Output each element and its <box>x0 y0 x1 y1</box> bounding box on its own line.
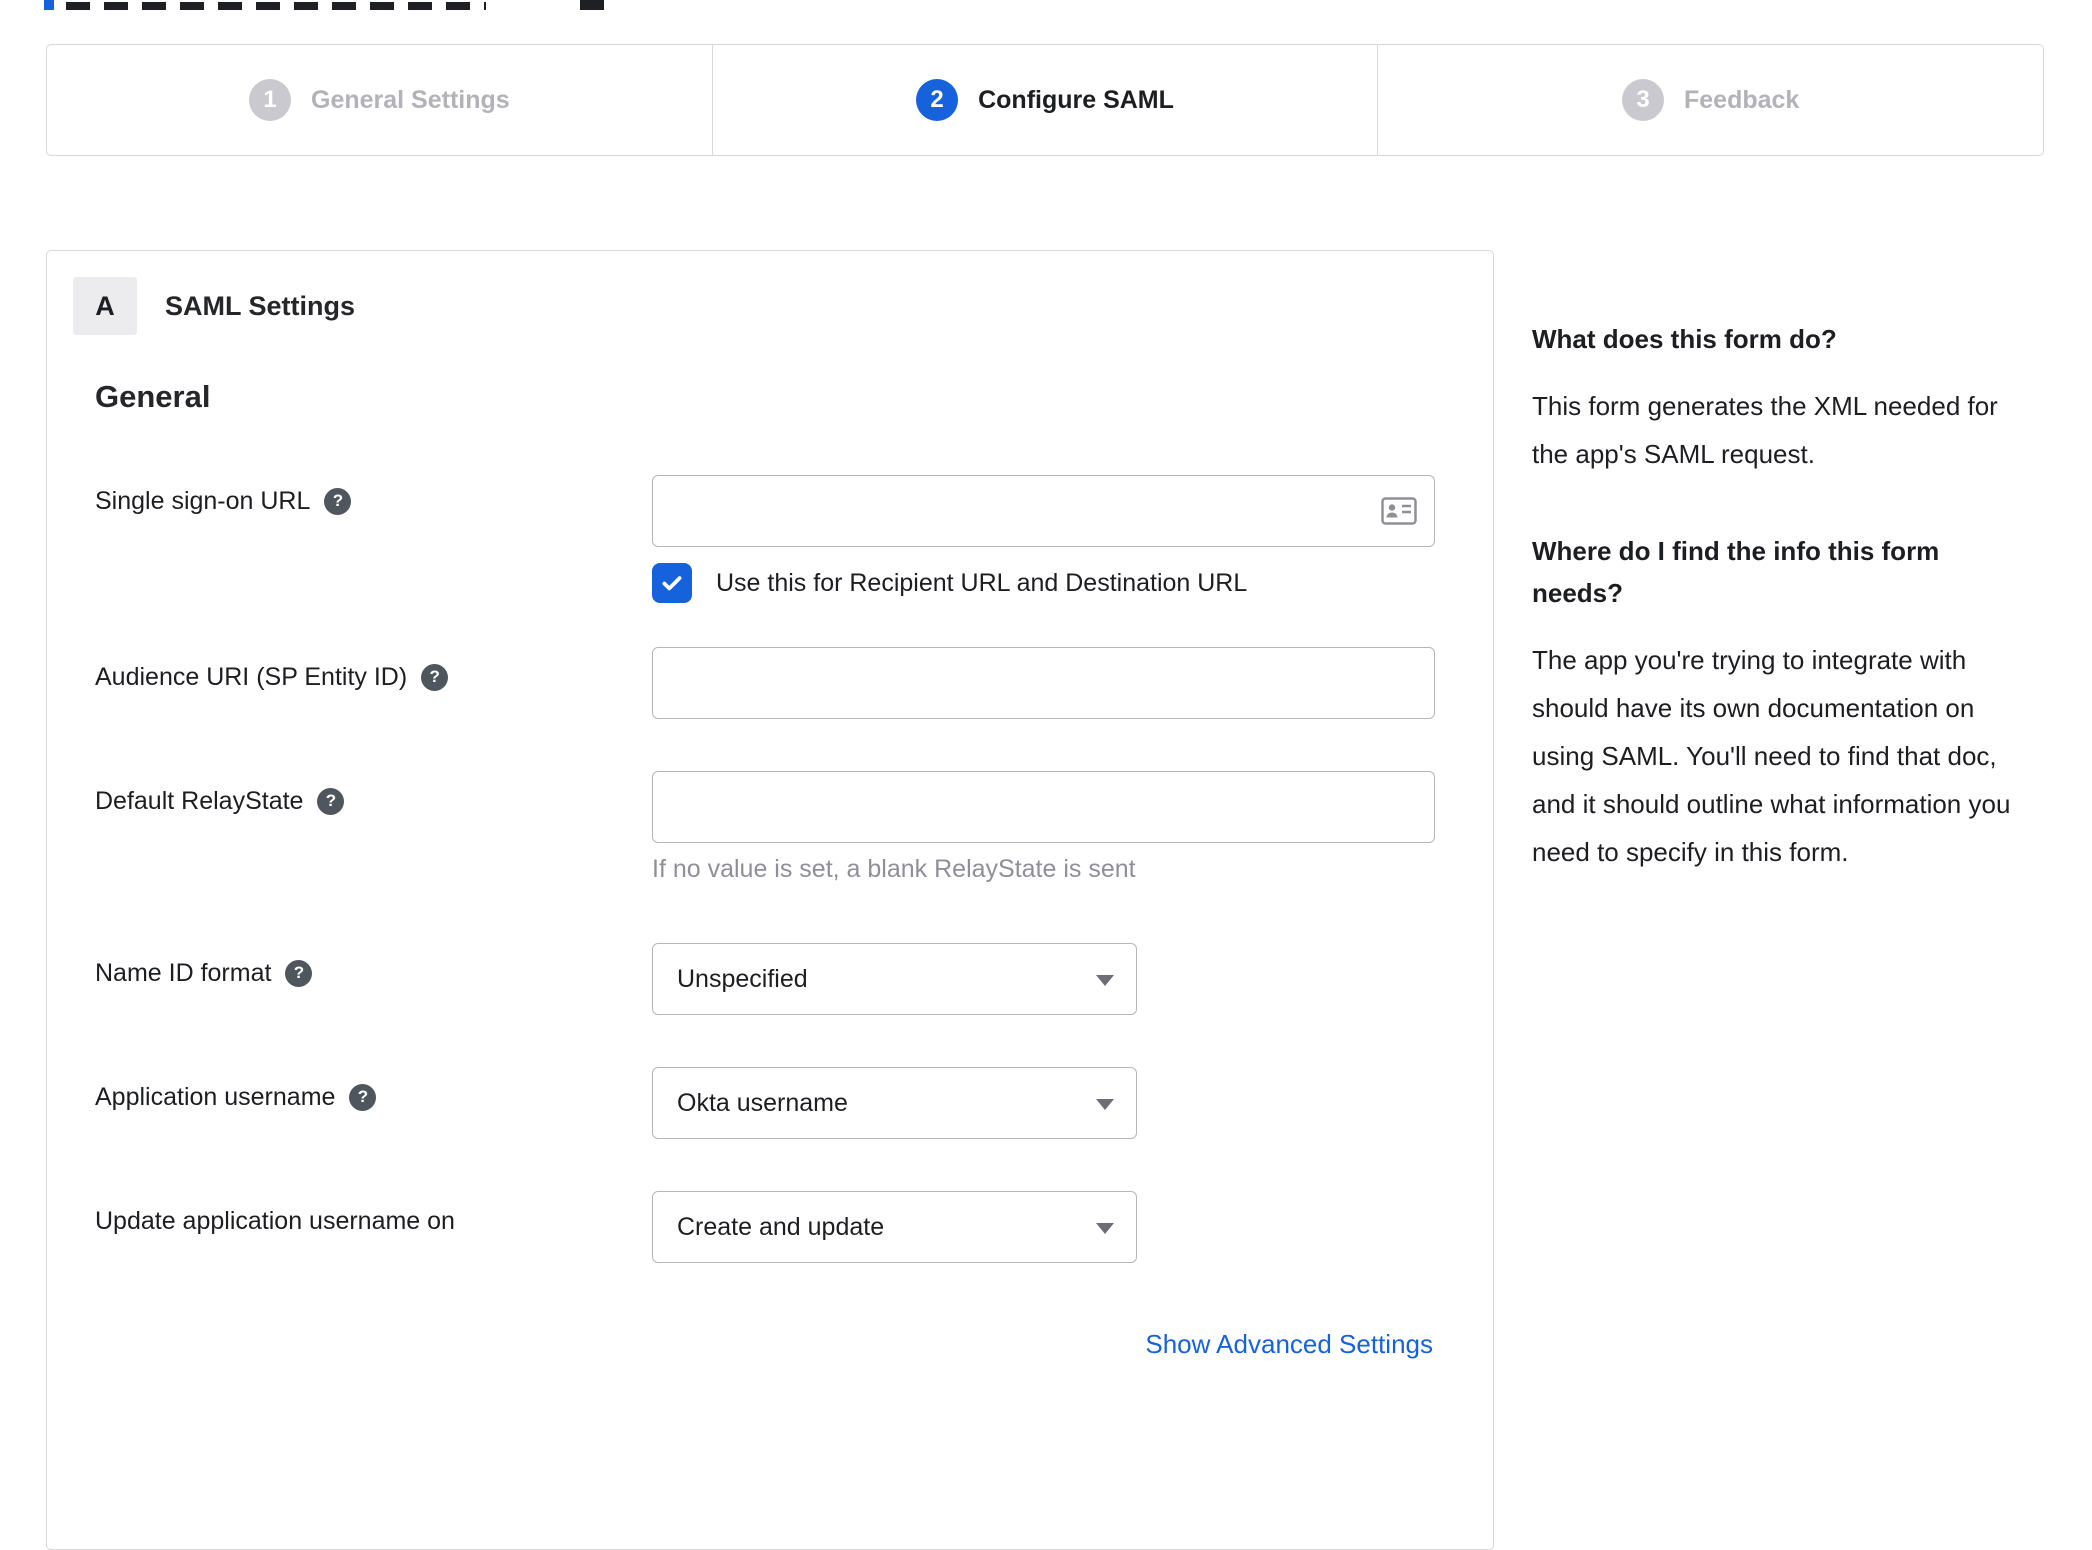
step-3-number-badge: 3 <box>1622 79 1664 121</box>
name-id-format-label: Name ID format <box>95 958 272 987</box>
panel-title: SAML Settings <box>165 291 356 321</box>
step-3-label: Feedback <box>1684 85 1800 114</box>
recipient-url-checkbox-row: Use this for Recipient URL and Destinati… <box>652 563 1247 603</box>
clipped-title-text-fragments <box>66 2 486 10</box>
audience-uri-label-row: Audience URI (SP Entity ID) <box>95 659 449 695</box>
relay-state-label-row: Default RelayState <box>95 783 345 819</box>
application-username-label-row: Application username <box>95 1079 377 1115</box>
application-username-value: Okta username <box>677 1088 848 1117</box>
sidebar-answer-1: This form generates the XML needed for t… <box>1532 391 1998 469</box>
saml-settings-panel: A SAML Settings General Single sign-on U… <box>46 250 1494 1550</box>
wizard-stepper: 1 General Settings 2 Configure SAML 3 Fe… <box>46 44 2044 156</box>
sso-url-label-row: Single sign-on URL <box>95 483 352 519</box>
clipped-header-icon <box>580 0 604 10</box>
recipient-url-checkbox[interactable] <box>652 563 692 603</box>
name-id-format-label-row: Name ID format <box>95 955 313 991</box>
dropdown-caret-icon <box>1096 1099 1114 1110</box>
help-icon[interactable] <box>317 787 345 815</box>
name-id-format-value: Unspecified <box>677 964 808 993</box>
step-general-settings[interactable]: 1 General Settings <box>47 45 713 155</box>
application-username-label: Application username <box>95 1082 336 1111</box>
relay-state-hint: If no value is set, a blank RelayState i… <box>652 855 1136 883</box>
help-sidebar: What does this form do? This form genera… <box>1532 318 2037 928</box>
step-2-label: Configure SAML <box>978 85 1174 114</box>
name-id-format-select[interactable]: Unspecified <box>652 943 1137 1015</box>
section-a-badge: A <box>73 277 137 335</box>
step-2-number-badge: 2 <box>916 79 959 121</box>
sso-url-input[interactable] <box>652 475 1435 547</box>
help-icon[interactable] <box>421 663 449 691</box>
relay-state-input[interactable] <box>652 771 1435 843</box>
sidebar-question-2: Where do I find the info this form needs… <box>1532 536 1940 608</box>
sso-url-input-wrap <box>652 475 1435 547</box>
help-icon[interactable] <box>285 959 313 987</box>
update-username-label: Update application username on <box>95 1206 455 1235</box>
clipped-title-accent <box>44 0 54 10</box>
recipient-url-checkbox-label: Use this for Recipient URL and Destinati… <box>716 568 1248 597</box>
update-username-label-row: Update application username on <box>95 1203 455 1239</box>
clipped-page-title <box>44 0 644 10</box>
general-section-heading: General <box>95 379 211 414</box>
sso-url-label: Single sign-on URL <box>95 486 311 515</box>
dropdown-caret-icon <box>1096 975 1114 986</box>
sidebar-question-1: What does this form do? <box>1532 324 1837 354</box>
help-icon[interactable] <box>349 1083 377 1111</box>
update-username-select[interactable]: Create and update <box>652 1191 1137 1263</box>
relay-state-label: Default RelayState <box>95 786 304 815</box>
audience-uri-label: Audience URI (SP Entity ID) <box>95 662 408 691</box>
update-username-value: Create and update <box>677 1212 885 1241</box>
dropdown-caret-icon <box>1096 1223 1114 1234</box>
help-icon[interactable] <box>324 487 352 515</box>
step-feedback[interactable]: 3 Feedback <box>1378 45 2043 155</box>
checkmark-icon <box>662 576 682 591</box>
step-1-label: General Settings <box>311 85 510 114</box>
sidebar-answer-2: The app you're trying to integrate with … <box>1532 645 2011 867</box>
step-1-number-badge: 1 <box>249 79 291 121</box>
application-username-select[interactable]: Okta username <box>652 1067 1137 1139</box>
step-configure-saml[interactable]: 2 Configure SAML <box>713 45 1379 155</box>
audience-uri-input[interactable] <box>652 647 1435 719</box>
show-advanced-settings-link[interactable]: Show Advanced Settings <box>1145 1329 1433 1360</box>
